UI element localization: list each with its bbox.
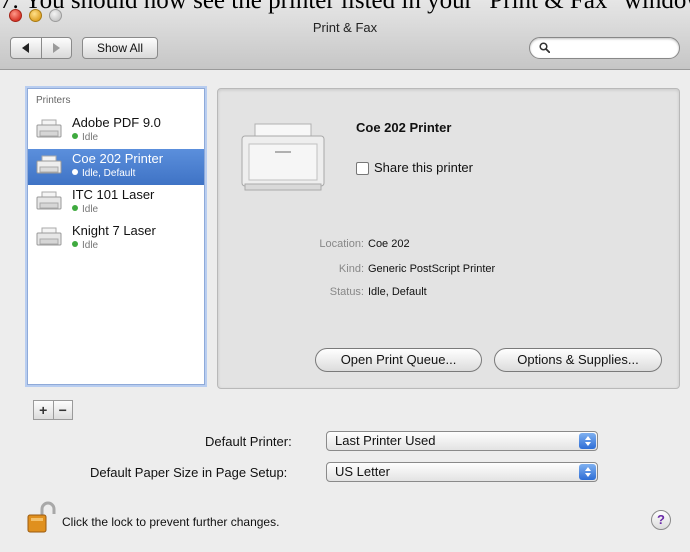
status-dot-icon xyxy=(72,205,78,211)
share-printer-label[interactable]: Share this printer xyxy=(374,160,473,175)
printer-list-header: Printers xyxy=(36,95,71,106)
printer-item-itc-101[interactable]: ITC 101 Laser Idle xyxy=(28,185,204,221)
help-button[interactable]: ? xyxy=(651,510,671,530)
status-dot-icon xyxy=(72,169,78,175)
back-arrow-icon xyxy=(22,43,30,53)
location-label: Location: xyxy=(319,238,364,250)
add-remove-control: + − xyxy=(33,400,73,420)
lock-icon[interactable] xyxy=(26,500,56,534)
printer-status: Idle xyxy=(72,204,98,215)
printer-icon xyxy=(36,119,62,138)
printer-icon xyxy=(36,155,62,174)
status-dot-icon xyxy=(72,241,78,247)
forward-button[interactable] xyxy=(40,38,72,58)
default-printer-label: Default Printer: xyxy=(205,434,292,449)
printer-name: Adobe PDF 9.0 xyxy=(72,115,161,130)
kind-value: Generic PostScript Printer xyxy=(368,263,496,275)
printer-item-coe-202[interactable]: Coe 202 Printer Idle, Default xyxy=(28,149,204,185)
forward-arrow-icon xyxy=(52,43,60,53)
open-print-queue-button[interactable]: Open Print Queue... xyxy=(315,348,482,372)
default-paper-size-value: US Letter xyxy=(335,464,390,479)
add-printer-button[interactable]: + xyxy=(34,401,53,419)
status-dot-icon xyxy=(72,133,78,139)
back-button[interactable] xyxy=(11,38,41,58)
default-paper-size-label: Default Paper Size in Page Setup: xyxy=(90,465,288,480)
popup-arrows-icon xyxy=(579,464,596,480)
kind-label: Kind: xyxy=(338,263,364,275)
search-field[interactable] xyxy=(529,37,680,59)
document-instruction-heading: 7. You should now see the printer listed… xyxy=(0,0,690,14)
options-supplies-button[interactable]: Options & Supplies... xyxy=(494,348,662,372)
share-printer-checkbox[interactable] xyxy=(356,162,369,175)
status-value: Idle, Default xyxy=(368,286,427,298)
status-label: Status: xyxy=(329,286,364,298)
printer-detail-panel: Coe 202 Printer Share this printer Locat… xyxy=(217,88,680,389)
window-title: Print & Fax xyxy=(312,20,378,35)
printer-list[interactable]: Printers Adobe PDF 9.0 Idle Coe 202 Prin… xyxy=(27,88,205,385)
printer-name: Knight 7 Laser xyxy=(72,223,156,238)
printer-status: Idle, Default xyxy=(72,168,135,179)
remove-printer-button[interactable]: − xyxy=(52,401,73,419)
printer-name: ITC 101 Laser xyxy=(72,187,155,202)
selected-printer-name: Coe 202 Printer xyxy=(356,120,452,135)
lock-message: Click the lock to prevent further change… xyxy=(62,515,280,529)
printer-status: Idle xyxy=(72,240,98,251)
back-forward-control xyxy=(10,37,72,59)
printer-status-text: Idle, Default xyxy=(82,168,136,179)
printer-status-text: Idle xyxy=(82,240,99,251)
show-all-button[interactable]: Show All xyxy=(82,37,158,59)
printer-large-icon xyxy=(241,123,325,191)
printer-status-text: Idle xyxy=(82,132,99,143)
printer-status: Idle xyxy=(72,132,98,143)
location-value: Coe 202 xyxy=(368,238,410,250)
popup-arrows-icon xyxy=(579,433,596,449)
default-printer-popup[interactable]: Last Printer Used xyxy=(326,431,598,451)
printer-icon xyxy=(36,227,62,246)
default-printer-value: Last Printer Used xyxy=(335,433,436,448)
printer-icon xyxy=(36,191,62,210)
printer-status-text: Idle xyxy=(82,204,99,215)
printer-name: Coe 202 Printer xyxy=(72,151,164,166)
search-icon xyxy=(539,42,550,53)
printer-item-adobe-pdf[interactable]: Adobe PDF 9.0 Idle xyxy=(28,113,204,149)
print-fax-window: Print & Fax Show All Printers Adobe PDF … xyxy=(0,0,690,552)
printer-item-knight-7[interactable]: Knight 7 Laser Idle xyxy=(28,221,204,257)
default-paper-size-popup[interactable]: US Letter xyxy=(326,462,598,482)
